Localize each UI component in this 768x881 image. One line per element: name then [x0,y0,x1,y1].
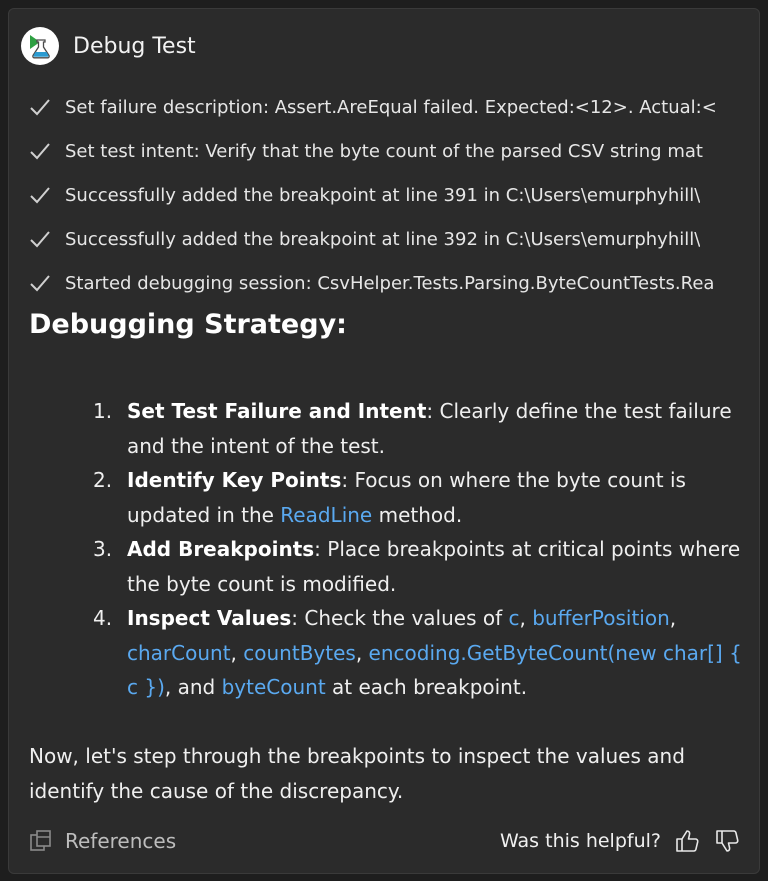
feedback-area: Was this helpful? [500,827,741,855]
step-item: Successfully added the breakpoint at lin… [29,173,751,217]
references-icon [30,830,51,851]
code-reference[interactable]: byteCount [222,675,326,699]
checkmark-icon [29,98,55,116]
item-title: Identify Key Points [127,468,342,492]
item-text: , [230,640,244,665]
step-item: Set test intent: Verify that the byte co… [29,129,751,173]
strategy-item: 1. Set Test Failure and Intent: Clearly … [93,394,753,463]
panel-title: Debug Test [73,33,196,59]
flask-play-icon [21,27,59,65]
step-list: Set failure description: Assert.AreEqual… [29,85,751,305]
checkmark-icon [29,186,55,204]
code-reference[interactable]: c [509,606,520,630]
item-number: 2. [93,468,113,492]
item-text: , [669,606,677,630]
item-number: 1. [93,399,113,423]
item-text: , [355,640,369,665]
step-text: Successfully added the breakpoint at lin… [65,228,701,250]
strategy-item: 4. Inspect Values: Check the values of c… [93,601,753,705]
checkmark-icon [29,142,55,160]
item-title: Add Breakpoints [127,537,315,561]
item-text: , and [164,675,222,699]
header: Debug Test [21,27,196,65]
step-item: Set failure description: Assert.AreEqual… [29,85,751,129]
closing-paragraph: Now, let's step through the breakpoints … [29,744,685,803]
strategy-heading: Debugging Strategy: [29,309,347,340]
item-number: 3. [93,537,113,561]
item-text: : Check the values of [291,606,509,630]
checkmark-icon [29,274,55,292]
code-reference[interactable]: countBytes [243,641,356,665]
code-reference[interactable]: charCount [127,641,231,665]
step-text: Set failure description: Assert.AreEqual… [65,96,717,118]
thumbs-up-icon[interactable] [673,827,701,855]
checkmark-icon [29,230,55,248]
item-title: Set Test Failure and Intent [127,399,427,423]
strategy-item: 2. Identify Key Points: Focus on where t… [93,463,753,532]
step-item: Started debugging session: CsvHelper.Tes… [29,261,751,305]
step-item: Successfully added the breakpoint at lin… [29,217,751,261]
item-text: , [519,606,533,630]
strategy-list: 1. Set Test Failure and Intent: Clearly … [93,394,753,705]
code-reference[interactable]: bufferPosition [532,606,670,630]
code-reference[interactable]: ReadLine [280,503,372,527]
step-text: Set test intent: Verify that the byte co… [65,140,703,162]
copilot-response-panel: Debug Test Set failure description: Asse… [8,8,760,874]
item-number: 4. [93,606,113,630]
references-button[interactable]: References [29,828,176,854]
item-title: Inspect Values [127,606,292,630]
step-text: Started debugging session: CsvHelper.Tes… [65,272,715,294]
strategy-item: 3. Add Breakpoints: Place breakpoints at… [93,532,753,601]
helpful-label: Was this helpful? [499,830,661,852]
references-label: References [65,829,177,853]
thumbs-down-icon[interactable] [713,827,741,855]
item-text: method. [372,502,463,527]
step-text: Successfully added the breakpoint at lin… [65,184,701,206]
item-text: at each breakpoint. [325,675,528,699]
response-footer: References Was this helpful? [29,822,741,860]
